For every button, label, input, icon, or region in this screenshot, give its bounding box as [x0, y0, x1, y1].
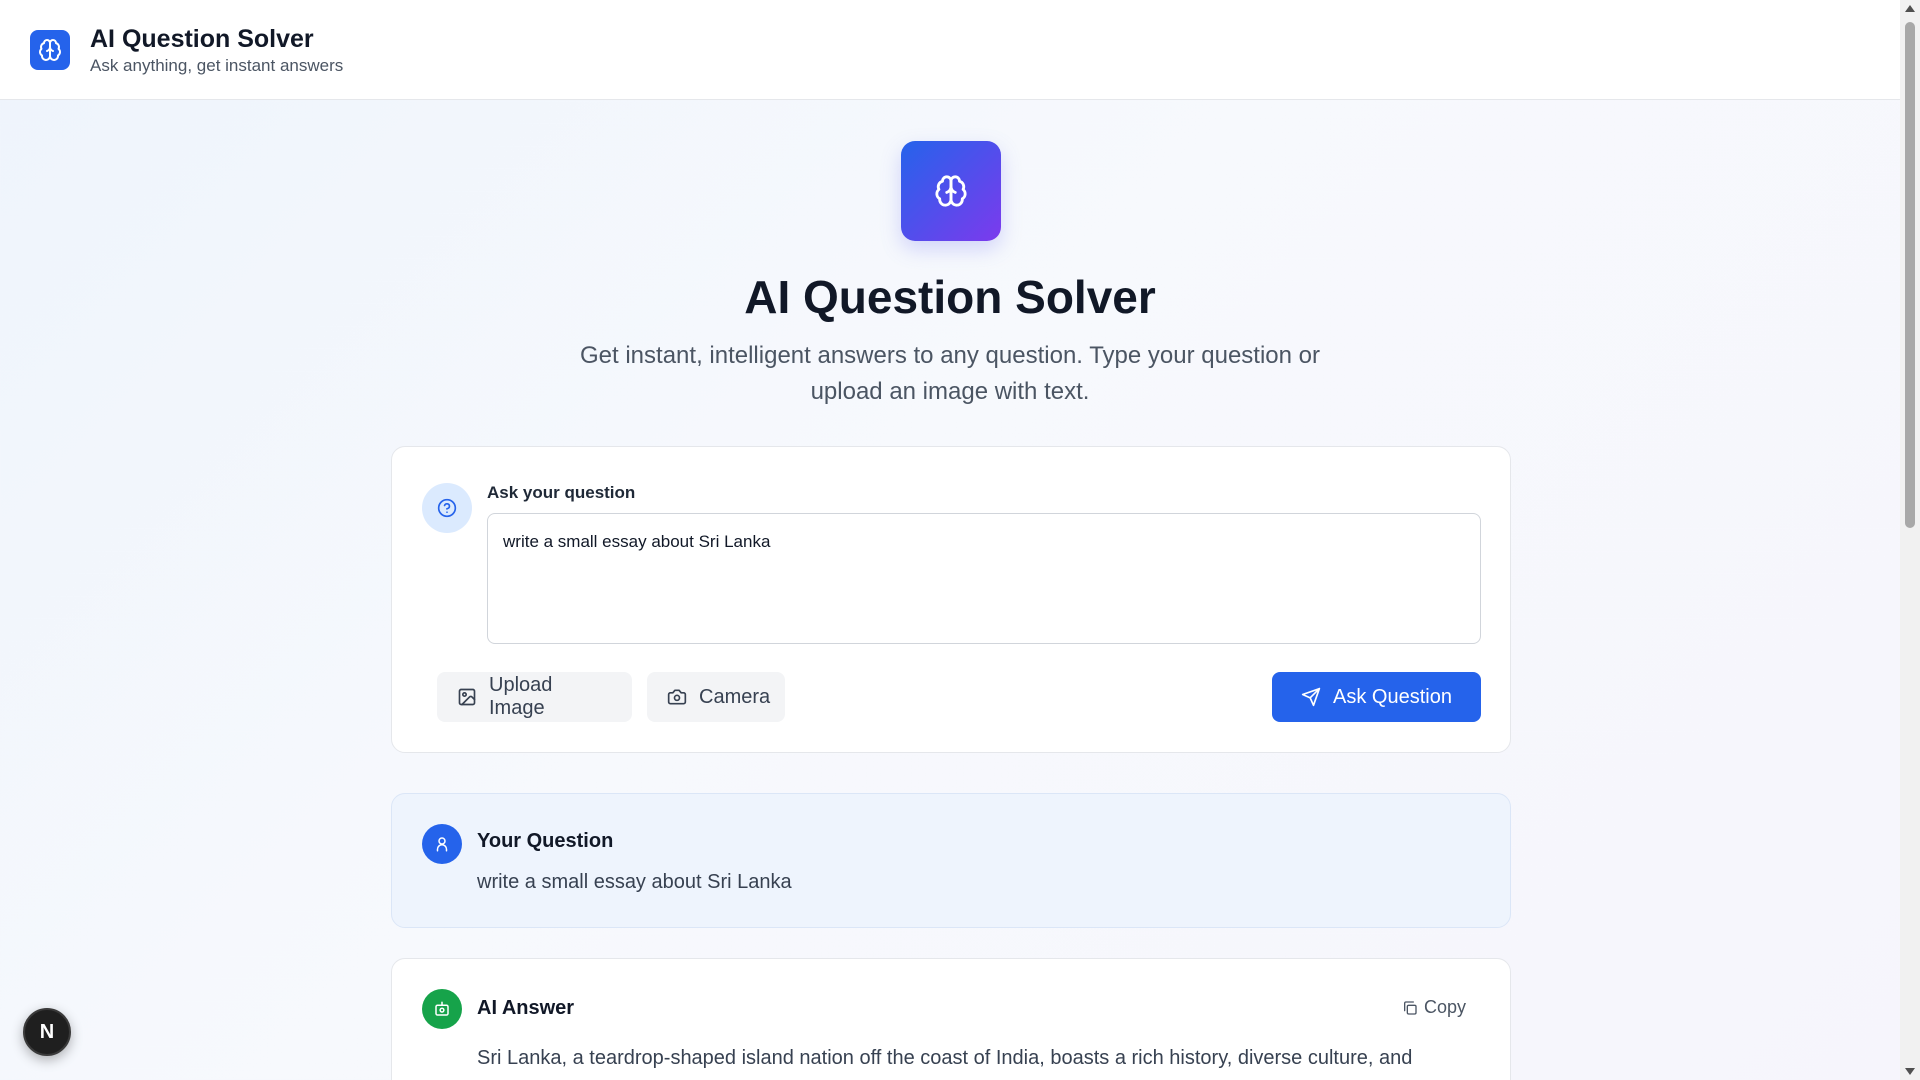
header-subtitle: Ask anything, get instant answers [90, 55, 344, 75]
app-header: AI Question Solver Ask anything, get ins… [0, 0, 1900, 100]
ask-question-label: Ask your question [487, 483, 636, 502]
user-avatar [422, 824, 462, 864]
ai-avatar [422, 989, 462, 1029]
your-question-title: Your Question [477, 830, 614, 852]
camera-icon [667, 689, 687, 705]
scroll-thumb[interactable] [1905, 22, 1915, 528]
image-icon [458, 688, 476, 706]
user-icon [436, 837, 448, 852]
page-scrollbar[interactable] [1900, 0, 1920, 1080]
ai-answer-text: Sri Lanka, a teardrop-shaped island nati… [477, 1047, 1413, 1069]
help-circle-icon [437, 498, 457, 518]
ai-answer-card: AI Answer Copy Sri Lanka, a teardrop-sha… [391, 958, 1511, 1080]
bot-icon [435, 1001, 449, 1016]
camera-button[interactable]: Camera [647, 672, 785, 722]
copy-label: Copy [1423, 997, 1466, 1017]
ai-answer-title: AI Answer [477, 997, 575, 1019]
ask-question-card: Ask your question write a small essay ab… [391, 446, 1511, 753]
question-icon-badge [422, 483, 472, 533]
your-question-card: Your Question write a small essay about … [391, 793, 1511, 928]
header-title: AI Question Solver [90, 24, 314, 53]
hero-logo [901, 141, 1001, 241]
camera-label: Camera [699, 685, 771, 708]
question-input[interactable]: write a small essay about Sri Lanka [487, 513, 1481, 644]
hero-description: Get instant, intelligent answers to any … [580, 342, 1320, 405]
your-question-text: write a small essay about Sri Lanka [477, 871, 792, 893]
upload-image-label: Upload Image [489, 674, 553, 719]
ask-question-button[interactable]: Ask Question [1272, 672, 1481, 722]
copy-icon [1403, 1000, 1417, 1015]
upload-image-button[interactable]: Upload Image [437, 672, 632, 722]
scroll-up-arrow-icon[interactable] [1905, 5, 1915, 12]
send-icon [1301, 687, 1321, 707]
brain-icon [935, 175, 967, 207]
scroll-down-arrow-icon[interactable] [1905, 1068, 1915, 1075]
header-logo [30, 29, 70, 70]
dev-tools-badge[interactable]: N [23, 1008, 71, 1056]
hero-title: AI Question Solver [744, 271, 1156, 323]
copy-button[interactable]: Copy [1402, 997, 1466, 1018]
brain-icon [39, 38, 61, 61]
ask-question-label-text: Ask Question [1333, 685, 1452, 708]
